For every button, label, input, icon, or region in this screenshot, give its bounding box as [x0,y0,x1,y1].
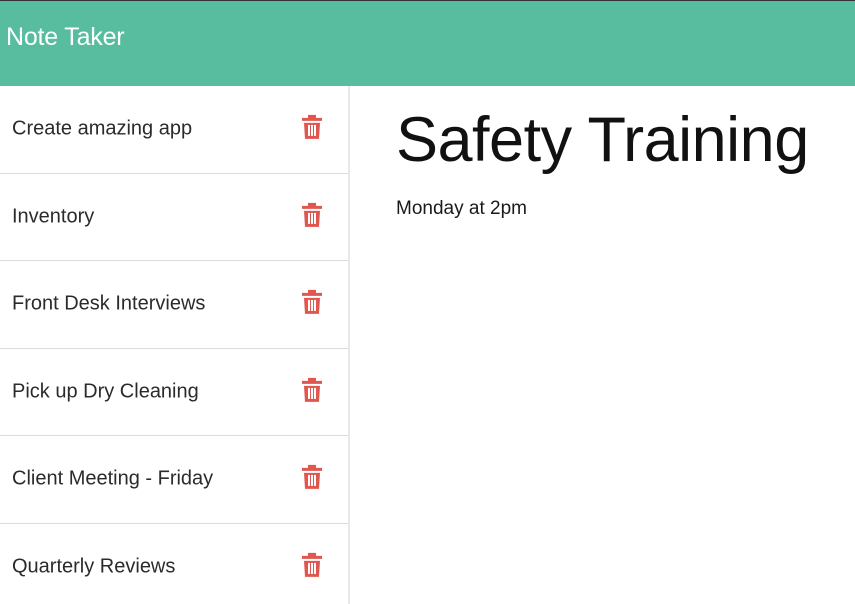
note-list-item[interactable]: Quarterly Reviews [0,524,348,604]
note-title[interactable]: Safety Training [396,104,809,176]
note-list-title[interactable]: Create amazing app [12,118,192,141]
app-brand[interactable]: Note Taker [6,23,125,52]
note-list-title[interactable]: Inventory [12,205,94,228]
note-detail-panel: Safety Training Monday at 2pm [352,86,855,604]
trash-icon[interactable] [301,202,323,228]
trash-icon[interactable] [301,289,323,315]
note-list-title[interactable]: Front Desk Interviews [12,293,205,316]
note-list-title[interactable]: Pick up Dry Cleaning [12,380,199,403]
note-list-item[interactable]: Client Meeting - Friday [0,436,348,524]
note-taker-app: Note Taker Create amazing app Inventory … [0,0,855,604]
note-list-item[interactable]: Inventory [0,174,348,261]
note-list-title[interactable]: Client Meeting - Friday [12,468,213,491]
trash-icon[interactable] [301,464,323,490]
note-list-title[interactable]: Quarterly Reviews [12,555,175,578]
note-list-item[interactable]: Front Desk Interviews [0,261,348,349]
note-text[interactable]: Monday at 2pm [396,198,527,220]
trash-icon[interactable] [301,377,323,403]
notes-sidebar: Create amazing app Inventory Front Desk … [0,86,350,604]
note-list-item[interactable]: Create amazing app [0,86,348,174]
top-navbar: Note Taker [0,0,855,86]
trash-icon[interactable] [301,114,323,140]
note-list-item[interactable]: Pick up Dry Cleaning [0,349,348,436]
trash-icon[interactable] [301,552,323,578]
